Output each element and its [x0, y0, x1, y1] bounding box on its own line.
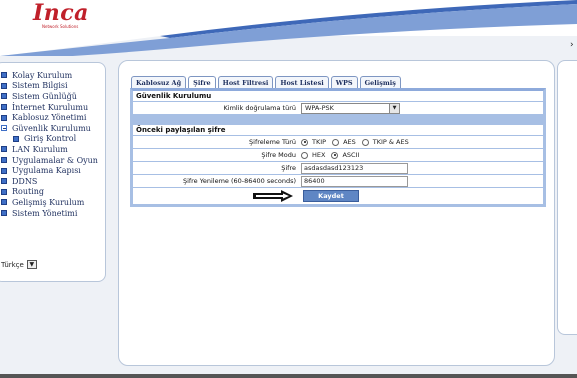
sidebar-item-label: Güvenlik Kurulumu	[12, 123, 91, 133]
password-mode-row: Şifre Modu HEX ASCII	[133, 149, 543, 161]
bottom-bar	[0, 374, 577, 378]
square-bullet-icon	[1, 82, 7, 89]
header: Inca Network Solutions	[0, 0, 577, 56]
sidebar-item[interactable]: Güvenlik Kurulumu	[1, 123, 105, 134]
password-mode-options: HEX ASCII	[299, 149, 365, 161]
sidebar: Kolay Kurulum Sistem Bilgisi Sistem Günlüğ…	[0, 62, 106, 282]
sidebar-item[interactable]: Sistem Bilgisi	[1, 81, 105, 92]
password-mode-option-label: ASCII	[342, 151, 360, 159]
psk-section-heading: Önceki paylaşılan şifre	[133, 125, 543, 135]
sidebar-item-label: DDNS	[12, 176, 38, 186]
square-bullet-icon	[1, 72, 7, 79]
square-bullet-icon	[1, 178, 7, 185]
minus-box-icon	[1, 125, 7, 132]
wireless-security-content: Kablosuz Ağ Şifre Host Filtresi Host Listes…	[130, 75, 546, 207]
square-bullet-icon	[1, 114, 7, 121]
sidebar-item-label: Sistem Bilgisi	[12, 81, 68, 91]
section-spacer	[133, 114, 543, 125]
arrow-right-icon	[253, 190, 293, 202]
password-mode-label: Şifre Modu	[261, 151, 296, 159]
sidebar-item[interactable]: Kolay Kurulum	[1, 70, 105, 81]
sidebar-item[interactable]: Uygulama Kapısı	[1, 165, 105, 176]
brand-logo: Inca	[33, 0, 89, 26]
password-mode-radio[interactable]	[331, 151, 339, 159]
tab-body: Güvenlik Kurulumu Kimlik doğrulama türü …	[130, 88, 546, 207]
tab[interactable]: Kablosuz Ağ	[131, 76, 187, 88]
chevron-down-icon[interactable]: ▼	[389, 103, 399, 113]
security-section-heading: Güvenlik Kurulumu	[133, 91, 543, 101]
square-bullet-icon	[1, 93, 7, 100]
save-button[interactable]: Kaydet	[303, 190, 359, 202]
tab[interactable]: Şifre	[188, 76, 216, 88]
sidebar-item[interactable]: Sistem Yönetimi	[1, 208, 105, 219]
square-bullet-icon	[1, 199, 7, 206]
corner-mark: ›	[570, 40, 574, 50]
sidebar-item-label: Uygulama Kapısı	[12, 166, 81, 176]
auth-type-select[interactable]: WPA-PSK ▼	[301, 102, 400, 114]
sidebar-item[interactable]: DDNS	[1, 176, 105, 187]
renewal-row: Şifre Yenileme (60-86400 seconds) 86400	[133, 175, 543, 187]
password-row: Şifre asdasdasd123123	[133, 162, 543, 174]
sidebar-menu: Kolay Kurulum Sistem Bilgisi Sistem Günlüğ…	[1, 70, 105, 218]
encryption-radio[interactable]	[361, 138, 369, 146]
tab[interactable]: Host Filtresi	[217, 76, 274, 88]
sidebar-item-label: Sistem Günlüğü	[12, 91, 77, 101]
sidebar-item-label: LAN Kurulum	[12, 144, 68, 154]
sidebar-item-label: Uygulamalar & Oyun	[12, 155, 98, 165]
encryption-radio[interactable]	[301, 138, 308, 146]
password-mode-radio[interactable]	[301, 151, 308, 159]
tab-bar: Kablosuz Ağ Şifre Host Filtresi Host Listes…	[130, 75, 546, 88]
brand-tagline: Network Solutions	[42, 24, 79, 29]
square-bullet-icon	[1, 188, 7, 195]
encryption-type-options: TKIP AES TKIP & AES	[299, 136, 415, 148]
sidebar-item[interactable]: Giriş Kontrol	[1, 134, 105, 145]
sidebar-item-label: Sistem Yönetimi	[12, 208, 78, 218]
chevron-down-icon[interactable]: ▼	[26, 260, 37, 269]
sidebar-item[interactable]: Uygulamalar & Oyun	[1, 155, 105, 166]
sidebar-item-label: Routing	[12, 187, 45, 197]
square-bullet-icon	[1, 104, 7, 111]
tab[interactable]: Gelişmiş	[359, 76, 401, 88]
tab[interactable]: WPS	[330, 76, 358, 88]
language-label: Türkçe	[1, 260, 24, 269]
encryption-option-label: AES	[343, 138, 356, 146]
sidebar-item[interactable]: Sistem Günlüğü	[1, 91, 105, 102]
square-bullet-icon	[1, 210, 7, 217]
square-bullet-icon	[1, 146, 7, 153]
encryption-option-label: TKIP & AES	[372, 138, 409, 146]
renewal-input[interactable]: 86400	[301, 175, 408, 187]
auth-type-label: Kimlik doğrulama türü	[223, 104, 297, 112]
sidebar-item[interactable]: Routing	[1, 187, 105, 198]
sidebar-item-label: Kolay Kurulum	[12, 70, 73, 80]
sidebar-item-label: Gelişmiş Kurulum	[12, 197, 85, 207]
sidebar-item-label: Giriş Kontrol	[24, 134, 77, 144]
auth-type-row: Kimlik doğrulama türü WPA-PSK ▼	[133, 102, 543, 114]
sidebar-item[interactable]: Gelişmiş Kurulum	[1, 197, 105, 208]
language-selector[interactable]: Türkçe ▼	[1, 260, 37, 269]
encryption-radio[interactable]	[332, 138, 340, 146]
sidebar-item[interactable]: LAN Kurulum	[1, 144, 105, 155]
square-bullet-icon	[1, 167, 7, 174]
sidebar-item-label: Kablosuz Yönetimi	[12, 113, 87, 123]
button-row: Kaydet	[133, 188, 543, 204]
tab[interactable]: Host Listesi	[275, 76, 329, 88]
square-bullet-icon	[13, 135, 19, 142]
renewal-label: Şifre Yenileme (60-86400 seconds)	[182, 177, 296, 185]
sidebar-item[interactable]: İnternet Kurulumu	[1, 102, 105, 113]
encryption-type-label: Şifreleme Türü	[249, 138, 296, 146]
auth-type-value: WPA-PSK	[305, 104, 334, 112]
encryption-option-label: TKIP	[312, 138, 327, 146]
square-bullet-icon	[1, 157, 7, 164]
sidebar-item[interactable]: Kablosuz Yönetimi	[1, 112, 105, 123]
encryption-type-row: Şifreleme Türü TKIP AES TKIP & AES	[133, 136, 543, 148]
right-panel	[557, 60, 577, 335]
sidebar-item-label: İnternet Kurulumu	[12, 102, 89, 112]
password-mode-option-label: HEX	[312, 151, 326, 159]
password-label: Şifre	[281, 164, 296, 172]
password-input[interactable]: asdasdasd123123	[301, 162, 408, 174]
